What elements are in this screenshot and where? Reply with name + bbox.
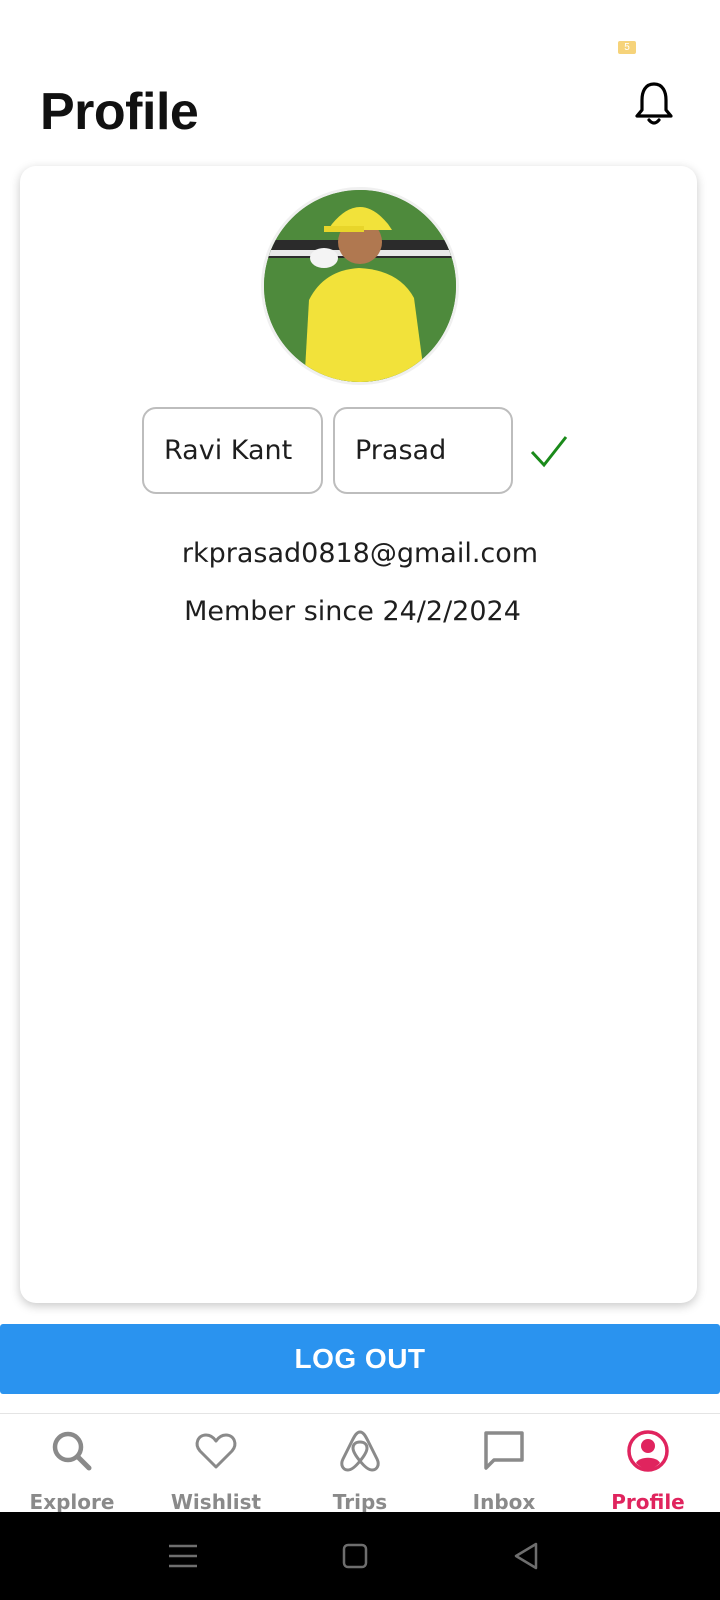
page-title: Profile — [40, 83, 199, 141]
menu-icon[interactable] — [161, 1534, 205, 1578]
search-icon — [52, 1431, 92, 1471]
bell-icon[interactable] — [628, 78, 680, 130]
system-nav-bar — [0, 1512, 720, 1600]
nav-label-wishlist: Wishlist — [170, 1490, 262, 1514]
email-text: rkprasad0818@gmail.com — [181, 538, 539, 569]
logout-button[interactable]: LOG OUT — [0, 1324, 720, 1394]
nav-label-trips: Trips — [332, 1490, 388, 1514]
nav-item-inbox[interactable]: Inbox — [432, 1414, 576, 1514]
nav-item-wishlist[interactable]: Wishlist — [144, 1414, 288, 1514]
nav-item-profile[interactable]: Profile — [576, 1414, 720, 1514]
user-circle-icon — [627, 1430, 669, 1472]
bottom-nav: Explore Wishlist Trips Inbox Profile — [0, 1413, 720, 1514]
battery-indicator: 5 — [618, 41, 636, 54]
nav-label-profile: Profile — [611, 1490, 685, 1514]
last-name-field[interactable]: Prasad — [333, 407, 513, 494]
home-icon[interactable] — [333, 1534, 377, 1578]
status-bar: 5 — [0, 0, 720, 70]
check-icon[interactable] — [528, 432, 570, 470]
member-since-text: Member since 24/2/2024 — [184, 596, 521, 627]
first-name-field[interactable]: Ravi Kant — [142, 407, 323, 494]
nav-item-explore[interactable]: Explore — [0, 1414, 144, 1514]
back-icon[interactable] — [504, 1534, 548, 1578]
nav-label-explore: Explore — [29, 1490, 115, 1514]
avatar-photo — [264, 190, 456, 382]
nav-item-trips[interactable]: Trips — [288, 1414, 432, 1514]
nav-label-inbox: Inbox — [472, 1490, 536, 1514]
chat-icon — [484, 1431, 524, 1470]
heart-icon — [195, 1433, 237, 1469]
avatar[interactable] — [261, 187, 459, 385]
airbnb-logo-icon — [340, 1430, 380, 1472]
